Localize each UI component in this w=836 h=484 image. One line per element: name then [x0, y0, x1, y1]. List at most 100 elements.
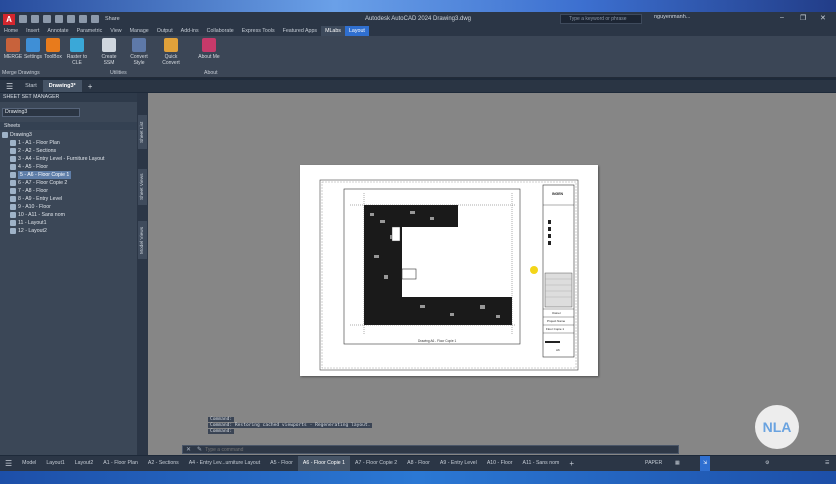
tab-drawing3[interactable]: Drawing3*	[42, 80, 82, 92]
layout-tab[interactable]: A9 - Entry Level	[435, 456, 482, 471]
settings-icon	[26, 38, 40, 52]
sheet-item[interactable]: 4 - A5 - Floor	[2, 163, 135, 171]
paper-sheet[interactable]: Drawing A6 - Floor Copie 1 INGEN Owner P…	[300, 165, 598, 376]
layout-tab[interactable]: A1 - Floor Plan	[98, 456, 143, 471]
tab-collaborate[interactable]: Collaborate	[203, 26, 238, 36]
sheet-label: 10 - A11 - Sans nom	[18, 212, 65, 218]
sheet-tree: Drawing3 1 - A1 - Floor Plan 2 - A2 - Sec…	[2, 131, 135, 235]
merge-icon	[6, 38, 20, 52]
sheet-item[interactable]: 7 - A8 - Floor	[2, 187, 135, 195]
tab-sheet-views[interactable]: Sheet Views	[138, 169, 147, 205]
space-toggle[interactable]: PAPER	[640, 456, 667, 471]
sheet-item[interactable]: 5 - A6 - Floor Copie 1	[2, 171, 135, 179]
button-label: About Me	[198, 54, 220, 60]
tab-annotate[interactable]: Annotate	[43, 26, 72, 36]
share-button[interactable]: Share	[105, 16, 120, 22]
layout-tab[interactable]: Layout2	[70, 456, 98, 471]
create-ssm-button[interactable]: Create SSM	[96, 38, 122, 66]
workspace-gear-icon[interactable]: ⚙	[760, 456, 775, 471]
tab-featured-apps[interactable]: Featured Apps	[279, 26, 321, 36]
layout-drawing: Drawing A6 - Floor Copie 1 INGEN Owner P…	[319, 179, 579, 371]
desktop-background	[0, 0, 836, 12]
tab-view[interactable]: View	[106, 26, 125, 36]
layout-tab[interactable]: Model	[17, 456, 41, 471]
quick-convert-icon	[164, 38, 178, 52]
sheet-set-combo[interactable]: Drawing3	[2, 108, 80, 117]
button-label: Quick Convert	[162, 54, 180, 66]
add-layout-icon[interactable]: +	[564, 456, 579, 471]
convert-style-button[interactable]: Convert Style	[126, 38, 152, 66]
close-command-icon[interactable]: ✕	[183, 446, 194, 453]
restore-icon[interactable]: ❐	[800, 14, 806, 22]
close-icon[interactable]: ✕	[820, 14, 826, 22]
history-line: Command:	[208, 429, 235, 434]
tab-sheet-list[interactable]: Sheet List	[138, 115, 147, 149]
sheet-icon	[10, 196, 16, 202]
raster-to-cle-button[interactable]: Raster to CLE	[64, 38, 90, 66]
sheet-item[interactable]: 9 - A10 - Floor	[2, 203, 135, 211]
tab-insert[interactable]: Insert	[22, 26, 43, 36]
command-customize-icon[interactable]: ✎	[194, 446, 205, 453]
tab-mlabs[interactable]: MLabs	[321, 26, 345, 36]
print-icon[interactable]	[67, 15, 75, 23]
layout-tab[interactable]: A2 - Sections	[143, 456, 184, 471]
sheet-item[interactable]: 12 - Layout2	[2, 227, 135, 235]
grid-icon[interactable]: ▦	[670, 456, 685, 471]
file-tabs: ☰ Start Drawing3* +	[0, 80, 836, 92]
undo-icon[interactable]	[79, 15, 87, 23]
user-name[interactable]: nguyenmanh...	[654, 14, 690, 20]
layout-tab[interactable]: Layout1	[41, 456, 69, 471]
tab-express-tools[interactable]: Express Tools	[238, 26, 279, 36]
minimize-icon[interactable]: –	[780, 14, 784, 21]
toolbox-button[interactable]: ToolBox	[40, 38, 66, 60]
button-label: Create SSM	[101, 54, 117, 66]
command-line[interactable]: ✕ ✎	[182, 445, 679, 454]
tab-start[interactable]: Start	[19, 80, 43, 92]
layout-tab[interactable]: A6 - Floor Copie 1	[297, 456, 351, 471]
layout-tab[interactable]: A7 - Floor Copie 2	[350, 456, 402, 471]
menu-icon[interactable]: ☰	[0, 82, 19, 91]
command-input[interactable]	[205, 446, 606, 453]
tab-add-ins[interactable]: Add-ins	[177, 26, 203, 36]
layout-tab[interactable]: A5 - Floor	[265, 456, 298, 471]
tab-model-views[interactable]: Model Views	[138, 221, 147, 259]
customize-icon[interactable]: ☰	[820, 456, 835, 471]
layout-tab[interactable]: A8 - Floor	[402, 456, 435, 471]
tab-parametric[interactable]: Parametric	[73, 26, 107, 36]
sheet-label: 7 - A8 - Floor	[18, 188, 48, 194]
quick-convert-button[interactable]: Quick Convert	[158, 38, 184, 66]
layout-tab[interactable]: A4 - Entry Lev...urniture Layout	[184, 456, 265, 471]
drawing-viewport[interactable]: Drawing A6 - Floor Copie 1 INGEN Owner P…	[148, 93, 836, 455]
about-me-button[interactable]: About Me	[196, 38, 222, 60]
sheet-item[interactable]: 8 - A9 - Entry Level	[2, 195, 135, 203]
watermark-logo: NLA	[755, 405, 799, 449]
sheet-item[interactable]: 6 - A7 - Floor Copie 2	[2, 179, 135, 187]
new-tab-icon[interactable]: +	[82, 82, 99, 91]
new-icon[interactable]	[19, 15, 27, 23]
sheet-item[interactable]: 3 - A4 - Entry Level - Furniture Layout	[2, 155, 135, 163]
sheet-item[interactable]: 1 - A1 - Floor Plan	[2, 139, 135, 147]
save-icon[interactable]	[43, 15, 51, 23]
sheet-label: 9 - A10 - Floor	[18, 204, 51, 210]
layout-tab[interactable]: A11 - Sans nom	[518, 456, 565, 471]
snap-icon[interactable]: ⇲	[700, 456, 711, 471]
palette-side-tabs: Sheet List Sheet Views Model Views	[137, 93, 148, 455]
tab-manage[interactable]: Manage	[126, 26, 153, 36]
sheet-item[interactable]: 10 - A11 - Sans nom	[2, 211, 135, 219]
tree-root[interactable]: Drawing3	[2, 131, 135, 139]
raster-to-cle-icon	[70, 38, 84, 52]
app-logo[interactable]: A	[3, 13, 15, 25]
sheet-item[interactable]: 2 - A2 - Sections	[2, 147, 135, 155]
tab-home[interactable]: Home	[0, 26, 22, 36]
redo-icon[interactable]	[91, 15, 99, 23]
open-icon[interactable]	[31, 15, 39, 23]
button-label: ToolBox	[44, 54, 62, 60]
save-as-icon[interactable]	[55, 15, 63, 23]
tab-output[interactable]: Output	[153, 26, 177, 36]
tab-layout[interactable]: Layout	[344, 26, 369, 36]
sheet-icon	[10, 140, 16, 146]
search-input[interactable]: Type a keyword or phrase	[560, 14, 642, 24]
layout-tab[interactable]: A10 - Floor	[482, 456, 518, 471]
layout-menu-icon[interactable]: ☰	[0, 456, 17, 471]
sheet-item[interactable]: 11 - Layout1	[2, 219, 135, 227]
